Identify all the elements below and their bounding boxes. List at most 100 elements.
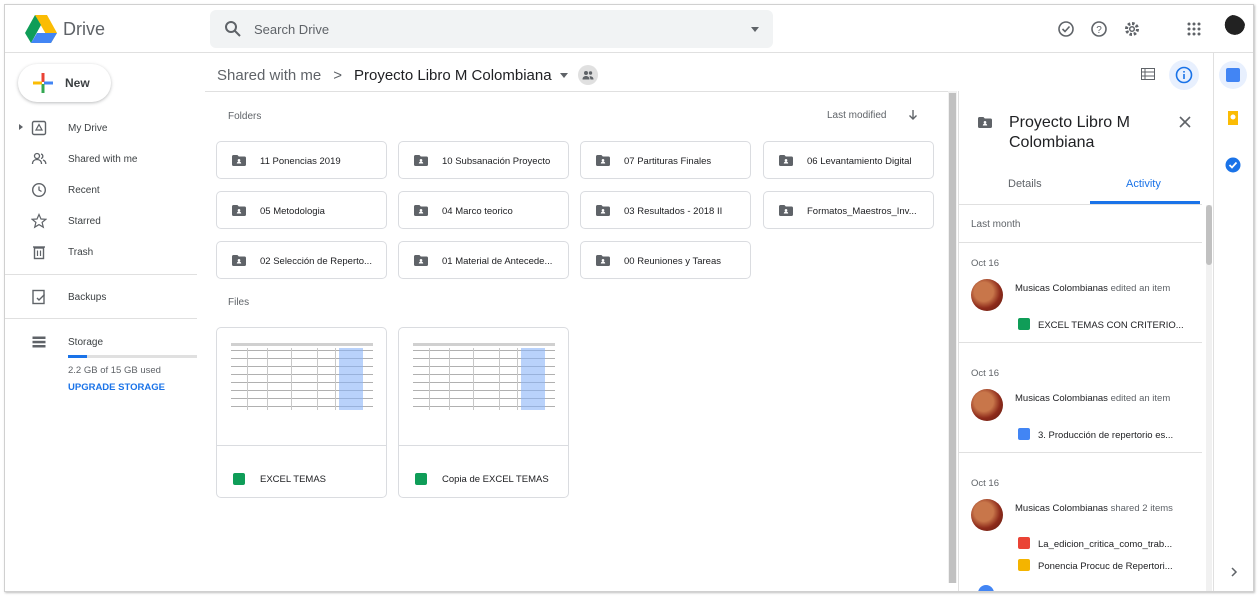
folder-card[interactable]: 10 Subsanación Proyecto xyxy=(398,141,569,179)
main-scrollbar[interactable] xyxy=(948,91,957,583)
sidebar-item-label: Starred xyxy=(68,216,101,227)
folders-section-label: Folders xyxy=(228,111,262,122)
activity-date: Oct 16 xyxy=(971,368,999,379)
shared-folder-icon xyxy=(596,155,610,166)
folder-card[interactable]: 04 Marco teorico xyxy=(398,191,569,229)
sidebar-item-trash[interactable]: Trash xyxy=(5,238,205,266)
drive-window: Drive ? New xyxy=(4,4,1254,592)
activity-user[interactable]: Musicas Colombianas xyxy=(1015,503,1108,514)
search-options-icon[interactable] xyxy=(751,27,759,32)
search-input[interactable] xyxy=(254,18,714,40)
main-scrollbar-thumb[interactable] xyxy=(949,93,956,583)
keep-icon[interactable] xyxy=(1225,110,1241,126)
breadcrumb: Shared with me > Proyecto Libro M Colomb… xyxy=(217,63,598,87)
chevron-right-icon[interactable] xyxy=(1229,567,1239,577)
activity-divider xyxy=(958,242,1202,243)
sidebar-item-starred[interactable]: Starred xyxy=(5,207,205,235)
activity-user[interactable]: Musicas Colombianas xyxy=(1015,393,1108,404)
shared-folder-icon xyxy=(596,205,610,216)
details-title: Proyecto Libro M Colombiana xyxy=(1009,114,1130,151)
activity-action: shared 2 items xyxy=(1110,503,1173,514)
folder-card[interactable]: 03 Resultados - 2018 II xyxy=(580,191,751,229)
side-panel-rail xyxy=(1213,53,1253,591)
panel-scrollbar[interactable] xyxy=(1206,205,1212,591)
folder-name: 05 Metodologia xyxy=(260,206,325,217)
arrow-down-icon[interactable] xyxy=(907,109,919,121)
storage-used-text: 2.2 GB of 15 GB used xyxy=(68,365,161,376)
panel-scrollbar-thumb[interactable] xyxy=(1206,205,1212,265)
folder-name: 06 Levantamiento Digital xyxy=(807,156,912,167)
sidebar-item-label: Recent xyxy=(68,185,100,196)
activity-text: Musicas Colombianas edited an item xyxy=(1015,283,1170,294)
help-icon[interactable]: ? xyxy=(1087,17,1111,41)
sidebar-item-backups[interactable]: Backups xyxy=(5,283,205,311)
activity-item[interactable]: EXCEL TEMAS CON CRITERIO... xyxy=(1018,318,1184,331)
file-name: Copia de EXCEL TEMAS xyxy=(442,474,549,485)
expand-arrow-icon[interactable] xyxy=(19,124,23,130)
app-title[interactable]: Drive xyxy=(63,19,105,40)
avatar[interactable] xyxy=(971,279,1003,311)
sidebar-item-shared-with-me[interactable]: Shared with me xyxy=(5,145,205,173)
close-icon[interactable] xyxy=(1178,115,1192,129)
shared-folder-icon[interactable] xyxy=(577,65,598,85)
settings-gear-icon[interactable] xyxy=(1120,17,1144,41)
info-button[interactable] xyxy=(1169,60,1199,90)
file-card[interactable]: EXCEL TEMAS xyxy=(216,327,387,498)
shared-folder-icon xyxy=(232,255,246,266)
breadcrumb-parent[interactable]: Shared with me xyxy=(217,67,321,84)
my-drive-icon xyxy=(31,120,47,136)
folder-card[interactable]: Formatos_Maestros_Inv... xyxy=(763,191,934,229)
new-button[interactable]: New xyxy=(18,64,111,102)
folder-card[interactable]: 11 Ponencias 2019 xyxy=(216,141,387,179)
storage-progress-fill xyxy=(68,355,87,358)
tab-details[interactable]: Details xyxy=(1008,178,1042,190)
activity-item-name: Ponencia Procuc de Repertori... xyxy=(1038,561,1173,572)
file-thumbnail xyxy=(217,328,386,446)
sidebar-item-recent[interactable]: Recent xyxy=(5,176,205,204)
folder-card[interactable]: 06 Levantamiento Digital xyxy=(763,141,934,179)
period-label: Last month xyxy=(971,219,1021,230)
shared-folder-icon xyxy=(232,205,246,216)
folder-card[interactable]: 07 Partituras Finales xyxy=(580,141,751,179)
activity-text: Musicas Colombianas edited an item xyxy=(1015,393,1170,404)
chevron-down-icon[interactable] xyxy=(559,72,568,78)
breadcrumb-current[interactable]: Proyecto Libro M Colombiana xyxy=(354,67,552,84)
tab-activity[interactable]: Activity xyxy=(1126,178,1161,190)
sidebar-item-label: My Drive xyxy=(68,123,108,134)
file-card[interactable]: Copia de EXCEL TEMAS xyxy=(398,327,569,498)
activity-item[interactable]: 3. Producción de repertorio es... xyxy=(1018,428,1173,441)
folder-card[interactable]: 02 Selección de Reperto... xyxy=(216,241,387,279)
sidebar-item-storage[interactable]: Storage xyxy=(5,328,205,356)
shared-folder-icon xyxy=(779,205,793,216)
shared-folder-icon xyxy=(414,155,428,166)
storage-icon xyxy=(32,336,46,348)
folder-card[interactable]: 05 Metodologia xyxy=(216,191,387,229)
list-view-icon[interactable] xyxy=(1141,68,1155,80)
folder-name: 00 Reuniones y Tareas xyxy=(624,256,721,267)
sort-label[interactable]: Last modified xyxy=(827,110,886,121)
activity-user[interactable]: Musicas Colombianas xyxy=(1015,283,1108,294)
folder-name: 03 Resultados - 2018 II xyxy=(624,206,723,217)
folder-card[interactable]: 01 Material de Antecede... xyxy=(398,241,569,279)
activity-item[interactable]: La_edicion_critica_como_trab... xyxy=(1018,537,1172,550)
activity-item-name: La_edicion_critica_como_trab... xyxy=(1038,539,1173,550)
shared-folder-icon xyxy=(779,155,793,166)
avatar[interactable] xyxy=(971,389,1003,421)
files-section-label: Files xyxy=(228,297,250,308)
upgrade-storage-link[interactable]: UPGRADE STORAGE xyxy=(68,382,165,393)
activity-item[interactable]: Ponencia Procuc de Repertori... xyxy=(1018,559,1173,572)
shared-folder-icon xyxy=(414,205,428,216)
calendar-button[interactable] xyxy=(1219,61,1247,89)
apps-grid-icon[interactable] xyxy=(1182,17,1206,41)
search-icon[interactable] xyxy=(224,20,242,38)
svg-text:?: ? xyxy=(1096,25,1102,36)
account-avatar[interactable] xyxy=(1218,15,1246,43)
folder-card[interactable]: 00 Reuniones y Tareas xyxy=(580,241,751,279)
sidebar-item-my-drive[interactable]: My Drive xyxy=(5,114,205,142)
drive-logo-icon[interactable] xyxy=(25,15,57,43)
tasks-icon[interactable] xyxy=(1225,157,1241,173)
breadcrumb-separator: > xyxy=(333,66,342,84)
search-bar[interactable] xyxy=(210,10,773,48)
avatar[interactable] xyxy=(971,499,1003,531)
offline-check-icon[interactable] xyxy=(1054,17,1078,41)
